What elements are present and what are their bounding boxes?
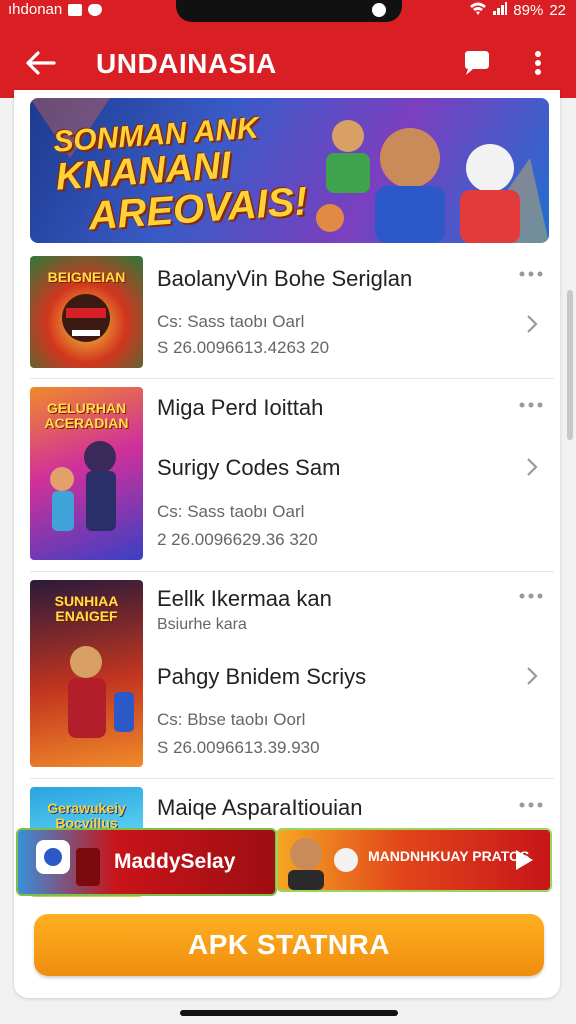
game-subtitle: Surigy Codes Sam xyxy=(157,455,341,480)
ad-banner-left[interactable]: MaddySelay xyxy=(16,828,277,896)
game-title: Miga Perd Ioittah xyxy=(157,395,324,420)
game-list-item[interactable]: BEIGNEIAN BaolanyVin Bohe Seriglan Cs: S… xyxy=(30,256,554,379)
camera-icon xyxy=(372,3,386,17)
game-title: Maiqe AsparaItiouian xyxy=(157,795,363,820)
game-stats: S 26.0096613.39.930 xyxy=(157,738,320,757)
more-horizontal-icon xyxy=(519,802,543,808)
ad-right-label: MANDNHKUAY PRATOS xyxy=(368,848,530,864)
ad-left-label: MaddySelay xyxy=(114,850,236,873)
open-button[interactable] xyxy=(520,664,544,688)
game-stats: S 26.0096613.4263 20 xyxy=(157,338,330,357)
game-list-item[interactable]: GELURHAN ACERADIAN Miga Perd Ioittah Sur… xyxy=(30,387,554,572)
home-indicator xyxy=(180,1010,398,1016)
game-thumbnail: BEIGNEIAN xyxy=(30,256,143,368)
more-horizontal-icon xyxy=(519,271,543,277)
time-label: 22 xyxy=(549,1,566,19)
ad-strip: MaddySelay MANDNHKUAY PRATOS xyxy=(16,828,552,896)
more-options-button[interactable] xyxy=(520,44,556,82)
more-options-button[interactable] xyxy=(516,266,546,282)
game-subtitle: Pahgy Bnidem Scriys xyxy=(157,664,367,689)
app-header: ıhdonan 89% 22 UNDAINASIA xyxy=(0,0,576,98)
ad-left-art xyxy=(36,840,100,886)
promo-banner[interactable]: SONMAN ANK KNANANI AREOVAIS! xyxy=(30,98,549,243)
notification-icon xyxy=(68,3,83,16)
arrow-left-icon xyxy=(26,51,56,75)
shield-icon xyxy=(88,3,103,16)
more-options-button[interactable] xyxy=(516,397,546,413)
game-title: Eellk Ikermaa kan xyxy=(157,586,332,611)
chevron-right-icon xyxy=(527,458,538,476)
chevron-right-icon xyxy=(527,667,538,685)
ad-banner-right[interactable]: MANDNHKUAY PRATOS xyxy=(276,828,552,892)
download-apk-button[interactable]: APK STATNRA xyxy=(34,914,544,976)
chat-button[interactable] xyxy=(456,46,496,80)
battery-label: 89% xyxy=(513,1,544,19)
game-stats: 2 26.0096629.36 320 xyxy=(157,530,318,549)
app-bar: UNDAINASIA xyxy=(0,30,576,94)
signal-icon xyxy=(493,1,508,19)
kebab-menu-icon xyxy=(535,51,541,75)
game-meta: Cs: Sass taobı Oarl xyxy=(157,502,305,521)
more-horizontal-icon xyxy=(519,402,543,408)
game-meta: Cs: Sass taobı Oarl xyxy=(157,312,305,331)
play-icon xyxy=(516,850,533,870)
status-bar: ıhdonan 89% 22 xyxy=(0,0,576,22)
ad-right-art xyxy=(288,838,358,890)
back-button[interactable] xyxy=(20,44,62,82)
scrollbar[interactable] xyxy=(567,290,573,440)
camera-notch xyxy=(176,0,402,22)
game-thumbnail: SUNHIAA ENAIGEF xyxy=(30,580,143,767)
game-meta: Cs: Bbse taobı Oorl xyxy=(157,710,306,729)
game-list-item[interactable]: SUNHIAA ENAIGEF Eellk Ikermaa kan Bsiurh… xyxy=(30,580,554,779)
page-title: UNDAINASIA xyxy=(96,48,277,79)
banner-headline: SONMAN ANK KNANANI AREOVAIS! xyxy=(52,111,310,239)
game-title: BaolanyVin Bohe Seriglan xyxy=(157,266,413,291)
chevron-right-icon xyxy=(527,315,538,333)
game-developer: Bsiurhe kara xyxy=(157,616,247,633)
more-options-button[interactable] xyxy=(516,588,546,604)
open-button[interactable] xyxy=(520,312,544,336)
wifi-icon xyxy=(469,1,487,19)
game-thumbnail: GELURHAN ACERADIAN xyxy=(30,387,143,560)
more-horizontal-icon xyxy=(519,593,543,599)
open-button[interactable] xyxy=(520,455,544,479)
carrier-label: ıhdonan xyxy=(8,1,63,18)
chat-bubble-icon xyxy=(465,51,489,75)
more-options-button[interactable] xyxy=(516,797,546,813)
